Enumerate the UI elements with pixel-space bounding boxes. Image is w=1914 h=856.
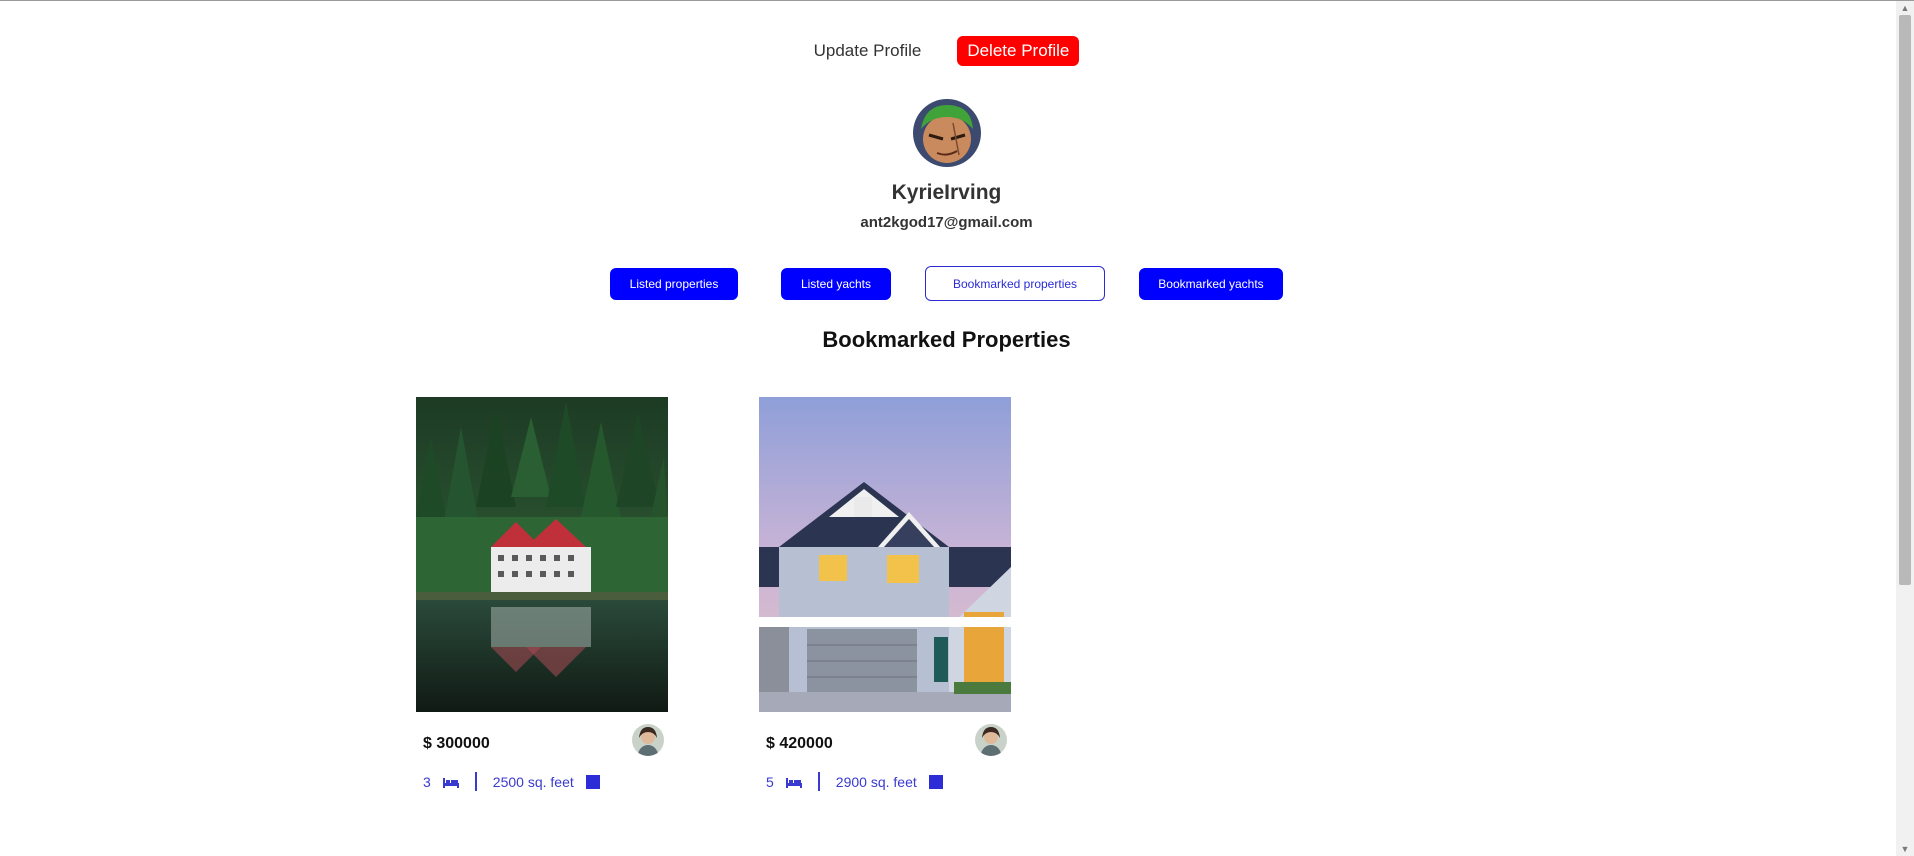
property-image[interactable] <box>416 397 668 712</box>
scrollbar-thumb[interactable] <box>1899 15 1911 585</box>
tab-bookmarked-properties[interactable]: Bookmarked properties <box>925 266 1105 301</box>
profile-actions: Update Profile Delete Profile <box>0 36 1893 66</box>
bed-icon <box>785 777 802 788</box>
profile-email: ant2kgod17@gmail.com <box>860 214 1033 231</box>
window-top-border <box>0 0 1914 1</box>
bed-icon <box>442 777 459 788</box>
property-specs: 3 2500 sq. feet <box>423 772 600 791</box>
page-scrollbar[interactable]: ▲ ▼ <box>1896 1 1914 856</box>
square-area-icon <box>585 774 600 789</box>
bedroom-count: 3 <box>423 773 431 790</box>
property-specs: 5 2900 sq. feet <box>766 772 943 791</box>
spec-divider <box>817 772 820 791</box>
tab-listed-properties[interactable]: Listed properties <box>610 268 738 300</box>
tab-listed-yachts[interactable]: Listed yachts <box>781 268 891 300</box>
square-area-icon <box>928 774 943 789</box>
section-title: Bookmarked Properties <box>822 327 1071 352</box>
delete-profile-button[interactable]: Delete Profile <box>957 36 1080 66</box>
owner-avatar[interactable] <box>975 724 1007 756</box>
profile-username: KyrieIrving <box>891 181 1002 204</box>
scroll-up-icon[interactable]: ▲ <box>1896 1 1914 15</box>
owner-avatar[interactable] <box>632 724 664 756</box>
profile-avatar <box>913 99 981 167</box>
bedroom-count: 5 <box>766 773 774 790</box>
update-profile-button[interactable]: Update Profile <box>814 37 922 65</box>
property-price: $ 420000 <box>766 735 833 752</box>
scroll-down-icon[interactable]: ▼ <box>1896 842 1914 856</box>
tab-bookmarked-yachts[interactable]: Bookmarked yachts <box>1139 268 1283 300</box>
property-area: 2900 sq. feet <box>835 773 917 790</box>
property-price: $ 300000 <box>423 735 490 752</box>
property-card[interactable]: $ 420000 5 2900 sq. feet <box>759 397 1011 802</box>
spec-divider <box>474 772 477 791</box>
property-image[interactable] <box>759 397 1011 712</box>
property-card[interactable]: $ 300000 3 2500 sq. feet <box>416 397 668 802</box>
property-area: 2500 sq. feet <box>492 773 574 790</box>
